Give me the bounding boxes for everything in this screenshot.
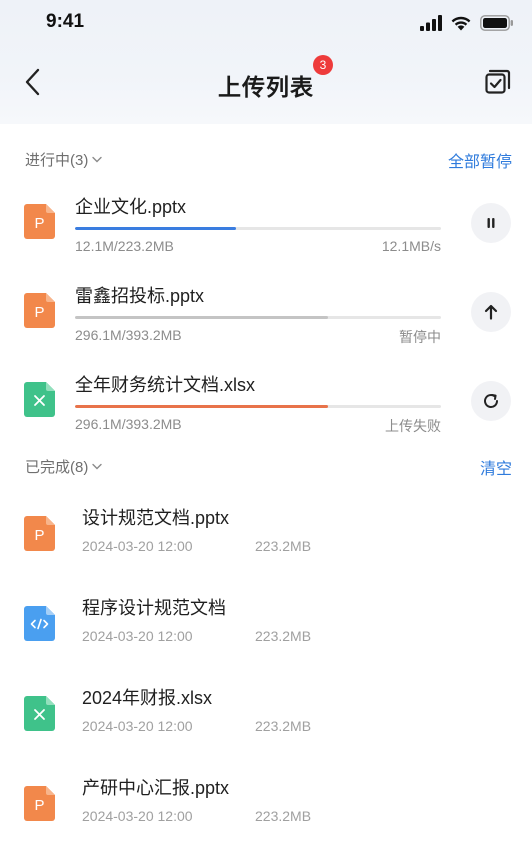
code-file-icon [24, 606, 55, 641]
file-date: 2024-03-20 12:00 [82, 808, 193, 824]
top-bar: 9:41 上传列表 3 [0, 0, 532, 124]
file-size: 223.2MB [255, 718, 312, 734]
nav-bar: 上传列表 3 [0, 52, 532, 112]
resume-button[interactable] [471, 292, 511, 332]
svg-text:P: P [34, 215, 44, 232]
task-size: 296.1M/393.2MB [75, 416, 182, 432]
file-name: 产研中心汇报.pptx [82, 778, 230, 798]
completed-title-text: 已完成(8) [25, 459, 89, 476]
completed-item[interactable]: P 产研中心汇报.pptx 2024-03-20 12:00 223.2MB [0, 770, 532, 847]
battery-icon [480, 15, 513, 31]
file-name: 设计规范文档.pptx [82, 508, 230, 528]
status-bar: 9:41 [0, 0, 532, 46]
upload-speed: 12.1MB/s [381, 238, 441, 254]
ppt-file-icon: P [24, 204, 55, 239]
completed-item[interactable]: P 设计规范文档.pptx 2024-03-20 12:00 223.2MB [0, 500, 532, 590]
xls-file-icon [24, 382, 55, 417]
upload-task[interactable]: P 雷鑫招投标.pptx 296.1M/393.2MB 暂停中 [0, 271, 532, 351]
file-date: 2024-03-20 12:00 [82, 628, 193, 644]
task-file-name: 雷鑫招投标.pptx [75, 286, 205, 306]
file-name: 程序设计规范文档 [82, 598, 226, 618]
completed-header: 已完成(8) 清空 [0, 452, 532, 480]
multi-select-button[interactable] [484, 67, 512, 95]
file-size: 223.2MB [255, 538, 312, 554]
count-badge: 3 [313, 55, 333, 75]
task-status: 暂停中 [399, 329, 441, 345]
ppt-file-icon: P [24, 516, 55, 551]
retry-button[interactable] [471, 381, 511, 421]
file-date: 2024-03-20 12:00 [82, 718, 193, 734]
clear-button[interactable]: 清空 [480, 455, 512, 479]
wifi-icon [451, 16, 471, 31]
svg-text:P: P [34, 797, 44, 814]
file-date: 2024-03-20 12:00 [82, 538, 193, 554]
progress-bar [75, 405, 441, 408]
signal-icon [420, 15, 442, 31]
status-icons [420, 13, 514, 33]
page-title: 上传列表 [218, 74, 314, 100]
pause-all-button[interactable]: 全部暂停 [448, 148, 512, 172]
in-progress-title-text: 进行中(3) [25, 152, 89, 169]
task-status: 上传失败 [385, 418, 441, 434]
upload-task[interactable]: P 企业文化.pptx 12.1M/223.2MB 12.1MB/s [0, 182, 532, 262]
completed-item[interactable]: 2024年财报.xlsx 2024-03-20 12:00 223.2MB [0, 680, 532, 770]
progress-bar [75, 227, 441, 230]
upload-task[interactable]: 全年财务统计文档.xlsx 296.1M/393.2MB 上传失败 [0, 360, 532, 440]
checkbox-select-icon [485, 69, 511, 94]
completed-title[interactable]: 已完成(8) [25, 456, 103, 477]
progress-fill [75, 227, 237, 230]
xls-file-icon [24, 696, 55, 731]
svg-text:P: P [34, 527, 44, 544]
file-size: 223.2MB [255, 808, 312, 824]
upload-arrow-icon [484, 304, 498, 320]
pause-icon [487, 218, 495, 228]
svg-text:P: P [34, 304, 44, 321]
in-progress-header: 进行中(3) 全部暂停 [0, 145, 532, 173]
in-progress-title[interactable]: 进行中(3) [25, 149, 103, 170]
progress-fill [75, 405, 328, 408]
chevron-down-icon [92, 463, 103, 470]
file-size: 223.2MB [255, 628, 312, 644]
task-size: 12.1M/223.2MB [75, 238, 174, 254]
ppt-file-icon: P [24, 786, 55, 821]
progress-fill [75, 316, 328, 319]
file-name: 2024年财报.xlsx [82, 688, 213, 708]
progress-bar [75, 316, 441, 319]
chevron-down-icon [92, 156, 103, 163]
pause-button[interactable] [471, 203, 511, 243]
task-file-name: 企业文化.pptx [75, 197, 187, 217]
retry-icon [484, 394, 498, 408]
task-file-name: 全年财务统计文档.xlsx [75, 375, 255, 395]
completed-item[interactable]: 程序设计规范文档 2024-03-20 12:00 223.2MB [0, 590, 532, 680]
task-size: 296.1M/393.2MB [75, 327, 182, 343]
ppt-file-icon: P [24, 293, 55, 328]
status-time: 9:41 [46, 11, 85, 32]
